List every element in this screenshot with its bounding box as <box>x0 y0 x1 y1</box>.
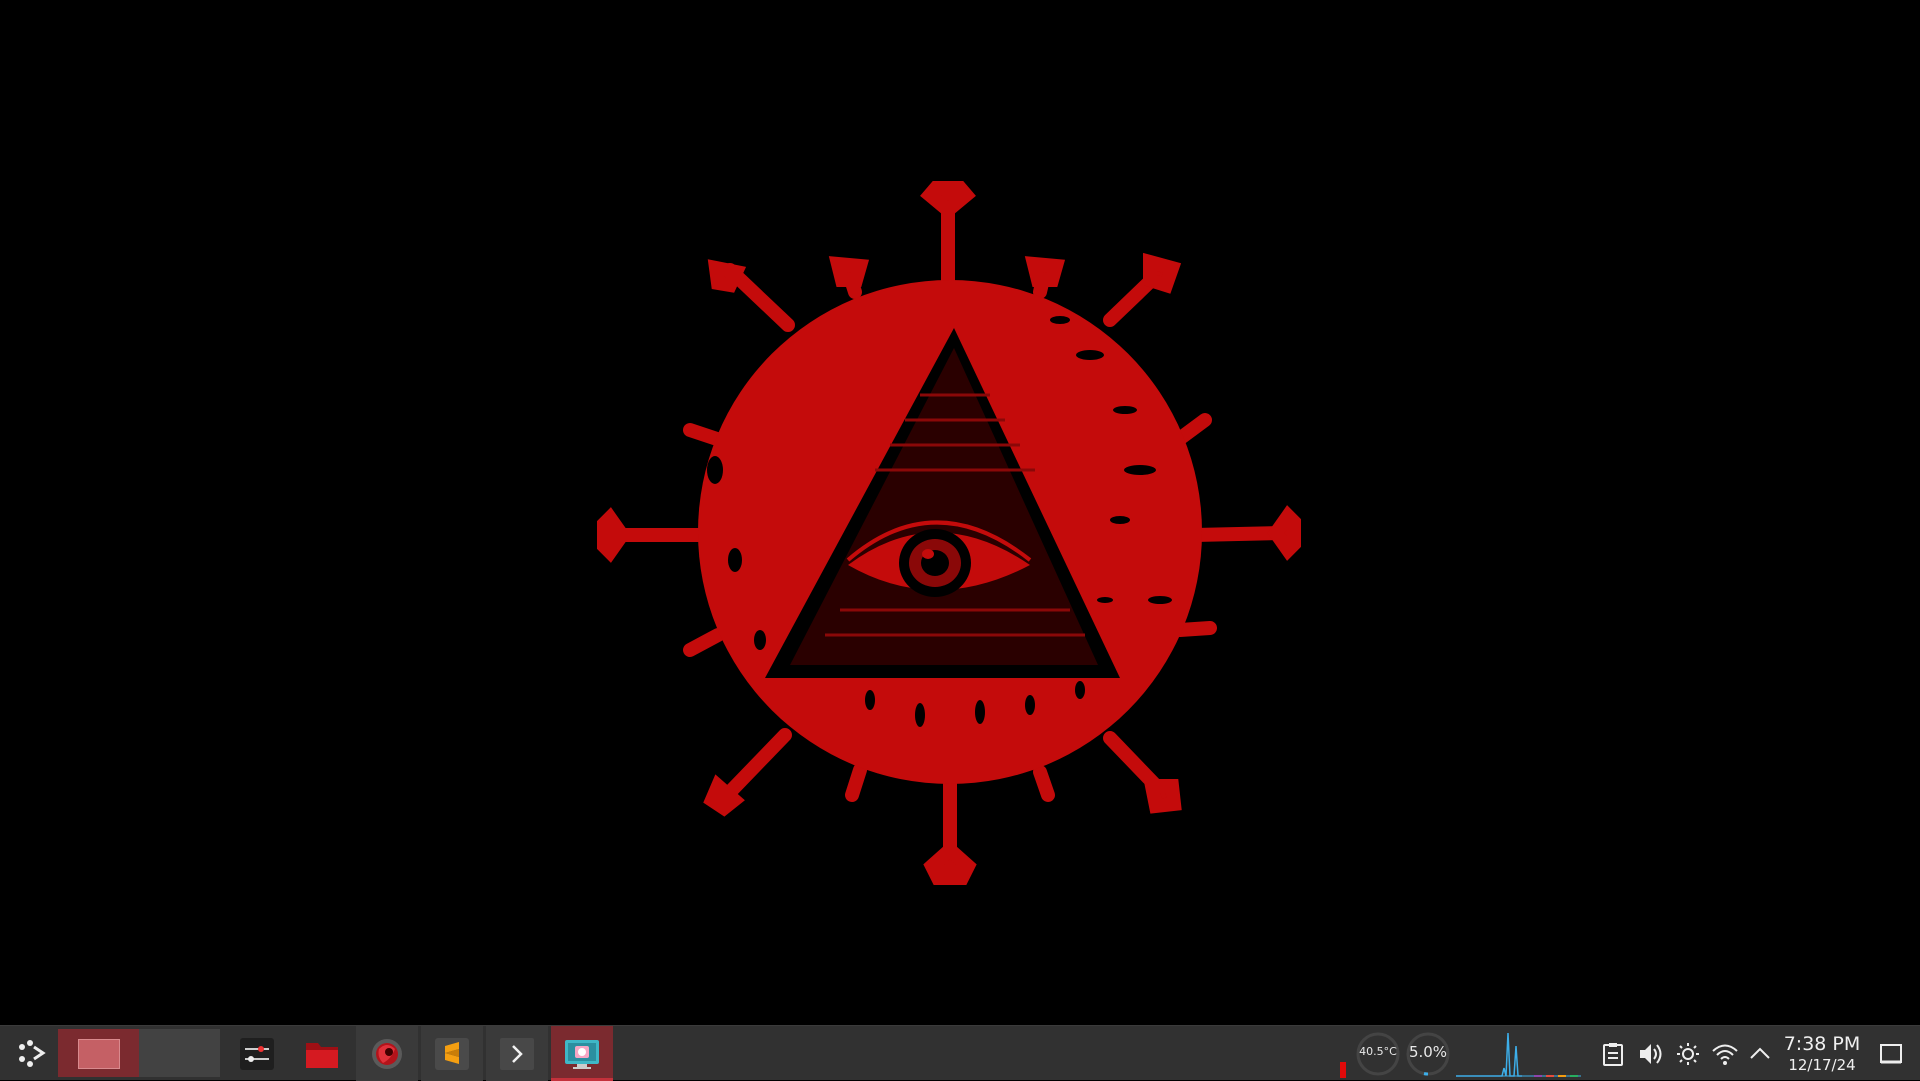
volume-icon <box>1640 1044 1662 1064</box>
taskbar: 40.5°C 5.0% 7:38 PM 12/17/24 <box>0 1025 1920 1081</box>
terminal-icon <box>500 1038 534 1070</box>
network-graph-icon <box>1456 1032 1581 1077</box>
clipboard-icon <box>1603 1043 1623 1066</box>
temperature-value: 40.5°C <box>1359 1045 1397 1058</box>
brightness-button[interactable] <box>1674 1026 1702 1081</box>
cpu-usage-monitor[interactable]: 5.0% <box>1404 1026 1452 1081</box>
cpu-usage-value: 5.0% <box>1408 1043 1448 1061</box>
pager-window-thumbnail <box>78 1039 120 1069</box>
task-sublime-text[interactable] <box>421 1026 483 1081</box>
task-terminal[interactable] <box>486 1026 548 1081</box>
system-settings-icon <box>240 1038 274 1070</box>
task-web-browser[interactable] <box>356 1026 418 1081</box>
red-eye-of-providence-virus-icon <box>597 181 1301 885</box>
brightness-icon <box>1677 1043 1699 1065</box>
wifi-button[interactable] <box>1710 1026 1740 1081</box>
task-file-manager[interactable] <box>291 1026 353 1081</box>
pager-desktop-2[interactable] <box>139 1029 220 1077</box>
task-system-settings[interactable] <box>226 1026 288 1081</box>
task-screenshot-tool[interactable] <box>551 1026 613 1081</box>
memory-usage-bar <box>1340 1062 1346 1078</box>
virtual-desktop-pager <box>58 1029 220 1077</box>
sublime-text-icon <box>435 1038 469 1070</box>
desktop[interactable] <box>0 0 1920 1025</box>
screenshot-tool-icon <box>565 1040 599 1069</box>
clipboard-button[interactable] <box>1600 1026 1626 1081</box>
web-browser-icon <box>372 1039 402 1069</box>
show-desktop-icon <box>1880 1044 1902 1064</box>
network-activity-graph[interactable] <box>1456 1026 1581 1081</box>
application-launcher-button[interactable] <box>8 1026 56 1081</box>
clock-date: 12/17/24 <box>1788 1056 1856 1074</box>
clock-time: 7:38 PM <box>1783 1033 1861 1055</box>
wifi-icon <box>1712 1044 1738 1065</box>
application-launcher-icon <box>19 1040 46 1067</box>
wallpaper <box>597 181 1301 885</box>
show-desktop-button[interactable] <box>1876 1026 1906 1081</box>
volume-button[interactable] <box>1637 1026 1665 1081</box>
temperature-monitor[interactable]: 40.5°C <box>1354 1026 1402 1081</box>
file-manager-folder-icon <box>306 1043 338 1068</box>
expand-tray-button[interactable] <box>1748 1026 1772 1081</box>
expand-tray-arrow-icon <box>1750 1047 1770 1059</box>
pager-desktop-1[interactable] <box>58 1029 139 1077</box>
